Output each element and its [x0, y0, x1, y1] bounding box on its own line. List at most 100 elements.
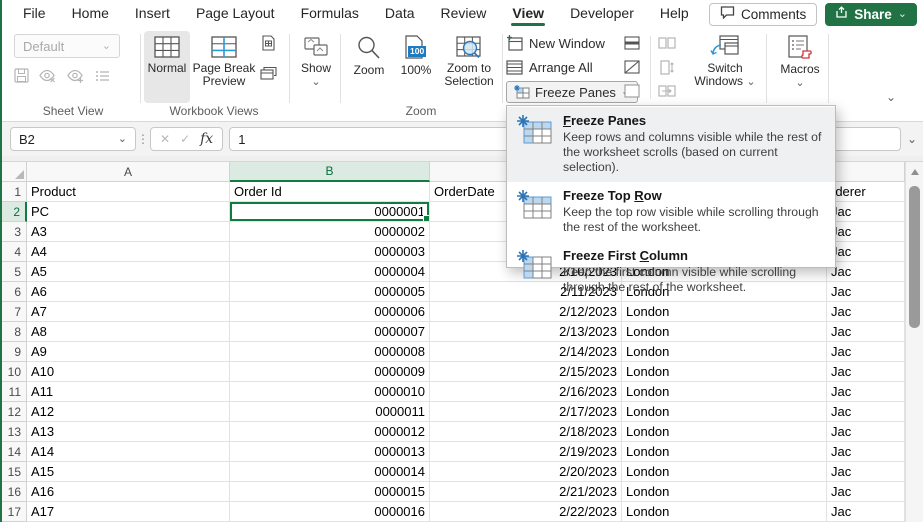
cell[interactable]: A17 — [27, 502, 230, 522]
cell[interactable]: 0000009 — [230, 362, 430, 382]
column-header-b[interactable]: B — [230, 162, 430, 182]
cell[interactable]: 0000002 — [230, 222, 430, 242]
unhide-window-icon[interactable] — [622, 82, 642, 100]
cell[interactable]: A11 — [27, 382, 230, 402]
cell[interactable]: 2/15/2023 — [430, 362, 622, 382]
name-box[interactable]: B2 ⌄ — [10, 127, 136, 151]
cell[interactable]: 0000016 — [230, 502, 430, 522]
cell[interactable]: A8 — [27, 322, 230, 342]
zoom-button[interactable]: Zoom — [346, 31, 392, 103]
cell[interactable]: 2/19/2023 — [430, 442, 622, 462]
cell[interactable]: London — [622, 442, 827, 462]
cell[interactable]: 2/14/2023 — [430, 342, 622, 362]
cell[interactable]: A15 — [27, 462, 230, 482]
new-window-button[interactable]: New Window — [506, 33, 605, 53]
row-header[interactable]: 2 — [2, 202, 27, 222]
synchronous-scrolling-icon[interactable] — [657, 58, 677, 76]
cell[interactable]: Jac — [827, 462, 905, 482]
cell[interactable]: London — [622, 362, 827, 382]
menu-item-freeze-panes[interactable]: Freeze Panes Keep rows and columns visib… — [507, 107, 835, 182]
cell[interactable]: Jac — [827, 422, 905, 442]
cell[interactable]: 2/16/2023 — [430, 382, 622, 402]
cell[interactable]: A12 — [27, 402, 230, 422]
cell[interactable]: 0000001 — [230, 202, 430, 222]
arrange-all-button[interactable]: Arrange All — [506, 57, 593, 77]
insert-function-icon[interactable]: fx — [200, 131, 213, 147]
column-header-a[interactable]: A — [27, 162, 230, 182]
cell[interactable]: A16 — [27, 482, 230, 502]
cell[interactable]: London — [622, 482, 827, 502]
sheet-view-options-icon[interactable] — [95, 69, 110, 88]
cell[interactable]: 2/13/2023 — [430, 322, 622, 342]
cell[interactable]: 2/22/2023 — [430, 502, 622, 522]
cell[interactable]: London — [622, 382, 827, 402]
row-header[interactable]: 7 — [2, 302, 27, 322]
normal-view-button[interactable]: Normal — [144, 31, 190, 103]
cell[interactable]: 2/12/2023 — [430, 302, 622, 322]
expand-formula-bar-button[interactable]: ⌄ — [901, 132, 923, 146]
cell[interactable]: rderer — [827, 182, 905, 202]
cell[interactable]: A6 — [27, 282, 230, 302]
row-header[interactable]: 11 — [2, 382, 27, 402]
column-header-e[interactable] — [827, 162, 905, 182]
zoom-to-selection-button[interactable]: Zoom to Selection — [439, 31, 499, 109]
cell[interactable]: A9 — [27, 342, 230, 362]
cell[interactable]: Jac — [827, 262, 905, 282]
cell[interactable]: 0000011 — [230, 402, 430, 422]
keep-sheet-view-icon[interactable] — [14, 68, 29, 88]
hide-window-icon[interactable] — [622, 58, 642, 76]
sheet-view-select[interactable]: Default ⌄ — [14, 34, 120, 58]
menu-tab-help[interactable]: Help — [649, 1, 700, 27]
zoom-100-button[interactable]: 100 100% — [395, 31, 437, 103]
scrollbar-thumb[interactable] — [909, 186, 920, 328]
cell[interactable]: Jac — [827, 242, 905, 262]
cell[interactable]: 0000013 — [230, 442, 430, 462]
switch-windows-button[interactable]: Switch Windows ⌄ — [690, 31, 760, 109]
cell[interactable]: Jac — [827, 442, 905, 462]
cell[interactable]: Order Id — [230, 182, 430, 202]
cell[interactable]: Jac — [827, 342, 905, 362]
cell[interactable]: London — [622, 462, 827, 482]
menu-tab-formulas[interactable]: Formulas — [290, 1, 370, 27]
cell[interactable]: 2/18/2023 — [430, 422, 622, 442]
cell[interactable]: Jac — [827, 222, 905, 242]
menu-tab-file[interactable]: File — [12, 1, 57, 27]
cell[interactable]: London — [622, 322, 827, 342]
menu-item-freeze-top-row[interactable]: Freeze Top Row Keep the top row visible … — [507, 182, 835, 242]
cell[interactable]: A14 — [27, 442, 230, 462]
cell[interactable]: 0000014 — [230, 462, 430, 482]
split-icon[interactable] — [622, 34, 642, 52]
cell[interactable]: Jac — [827, 402, 905, 422]
cell[interactable]: Jac — [827, 202, 905, 222]
row-header[interactable]: 10 — [2, 362, 27, 382]
cell[interactable]: 0000012 — [230, 422, 430, 442]
cell[interactable]: A4 — [27, 242, 230, 262]
show-button[interactable]: Show ⌄ — [293, 31, 339, 109]
exit-sheet-view-icon[interactable] — [39, 69, 57, 88]
row-header[interactable]: 5 — [2, 262, 27, 282]
cell[interactable]: 0000003 — [230, 242, 430, 262]
menu-tab-insert[interactable]: Insert — [124, 1, 181, 27]
share-button[interactable]: Share ⌄ — [825, 3, 917, 26]
menu-item-freeze-first-column[interactable]: Freeze First Column Keep the first colum… — [507, 242, 835, 302]
cell[interactable]: 2/20/2023 — [430, 462, 622, 482]
cell[interactable]: Jac — [827, 302, 905, 322]
comments-button[interactable]: Comments — [709, 3, 817, 26]
cancel-icon[interactable]: ✕ — [160, 132, 170, 146]
cell[interactable]: 2/21/2023 — [430, 482, 622, 502]
cell[interactable]: 0000007 — [230, 322, 430, 342]
cell[interactable]: Jac — [827, 502, 905, 522]
cell[interactable]: London — [622, 342, 827, 362]
cell[interactable]: 0000010 — [230, 382, 430, 402]
custom-views-icon[interactable] — [258, 64, 278, 82]
row-header[interactable]: 6 — [2, 282, 27, 302]
macros-button[interactable]: Macros ⌄ — [774, 31, 826, 109]
row-header[interactable]: 8 — [2, 322, 27, 342]
cell[interactable]: Jac — [827, 382, 905, 402]
view-side-by-side-icon[interactable] — [657, 34, 677, 52]
cell[interactable]: A7 — [27, 302, 230, 322]
row-header[interactable]: 15 — [2, 462, 27, 482]
cell[interactable]: 2/17/2023 — [430, 402, 622, 422]
scroll-up-arrow-icon[interactable] — [911, 169, 919, 175]
collapse-ribbon-button[interactable]: ⌄ — [880, 90, 902, 108]
